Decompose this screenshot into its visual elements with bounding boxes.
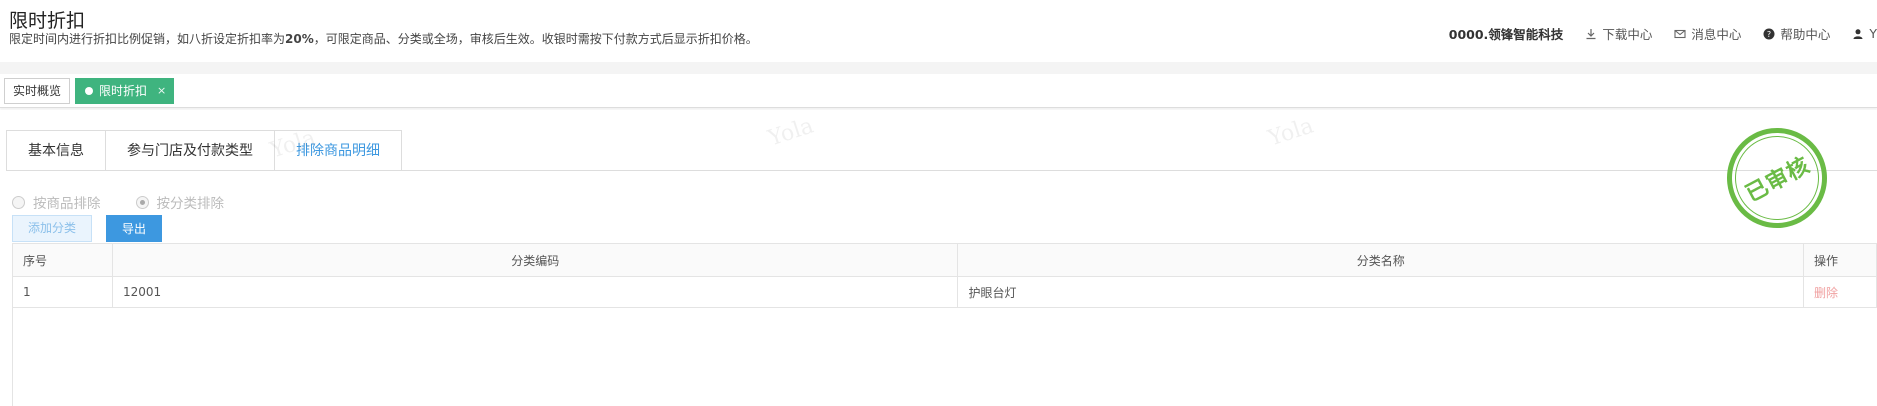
watermark: Yola (765, 113, 817, 152)
tab-basic-info[interactable]: 基本信息 (6, 130, 106, 171)
radio-by-product[interactable]: 按商品排除 (12, 192, 101, 212)
tab-flash-discount[interactable]: 限时折扣 × (75, 78, 174, 104)
detail-tabs: 基本信息 参与门店及付款类型 排除商品明细 (6, 130, 402, 171)
watermark: Yola (1265, 113, 1317, 152)
tab-stores-payment[interactable]: 参与门店及付款类型 (105, 130, 275, 171)
header-toolbar: 0000.领锋智能科技 下载中心 消息中心 ? 帮助中心 Y (1449, 24, 1877, 43)
cell-index: 1 (12, 276, 113, 308)
delete-link[interactable]: 删除 (1803, 276, 1877, 308)
column-header-action: 操作 (1803, 243, 1877, 277)
cell-code: 12001 (111, 276, 959, 308)
download-center-link[interactable]: 下载中心 (1585, 24, 1652, 43)
column-header-code: 分类编码 (111, 243, 959, 277)
radio-checked-icon (135, 195, 149, 209)
page-header: 限时折扣 限定时间内进行折扣比例促销，如八折设定折扣率为20%，可限定商品、分类… (0, 0, 1877, 62)
download-center-label: 下载中心 (1602, 27, 1653, 42)
page-description: 限定时间内进行折扣比例促销，如八折设定折扣率为20%，可限定商品、分类或全场，审… (9, 30, 758, 47)
header-divider (0, 62, 1877, 74)
table-row: 1 12001 护眼台灯 删除 (12, 276, 1877, 308)
tab-divider (6, 170, 1877, 171)
user-name: Y (1869, 26, 1877, 41)
excluded-category-table: 序号 分类编码 分类名称 操作 1 12001 护眼台灯 删除 (12, 243, 1877, 308)
mail-icon (1674, 29, 1686, 38)
download-icon (1586, 28, 1596, 39)
column-header-name: 分类名称 (957, 243, 1804, 277)
column-header-index: 序号 (12, 243, 113, 277)
main-content: 基本信息 参与门店及付款类型 排除商品明细 Yola Yola Yola 按商品… (0, 110, 1877, 406)
company-name: 0000.领锋智能科技 (1448, 27, 1564, 42)
tab-realtime-overview[interactable]: 实时概览 (4, 78, 71, 104)
table-left-border (12, 306, 13, 406)
radio-by-product-label: 按商品排除 (33, 196, 101, 212)
close-icon[interactable]: × (157, 78, 166, 104)
exclusion-mode-group: 按商品排除 按分类排除 (12, 192, 224, 212)
message-center-label: 消息中心 (1691, 27, 1742, 42)
description-prefix: 限定时间内进行折扣比例促销，如八折设定折扣率为 (9, 32, 286, 46)
radio-by-category[interactable]: 按分类排除 (135, 192, 225, 212)
message-center-link[interactable]: 消息中心 (1674, 24, 1741, 43)
user-menu[interactable]: Y (1852, 26, 1877, 41)
add-category-button[interactable]: 添加分类 (12, 215, 92, 242)
table-header-row: 序号 分类编码 分类名称 操作 (12, 243, 1877, 277)
tab-flash-discount-label: 限时折扣 (99, 84, 148, 98)
description-bold: 20% (285, 32, 314, 46)
page-title: 限时折扣 (9, 10, 86, 32)
radio-by-category-label: 按分类排除 (156, 196, 225, 212)
user-icon (1853, 28, 1863, 39)
export-button[interactable]: 导出 (106, 215, 162, 242)
page-tabs-bar: 实时概览 限时折扣 × (0, 74, 1877, 108)
description-suffix: ，可限定商品、分类或全场，审核后生效。收银时需按下付款方式后显示折扣价格。 (313, 32, 758, 46)
help-center-link[interactable]: ? 帮助中心 (1763, 24, 1830, 43)
cell-name: 护眼台灯 (957, 276, 1804, 308)
svg-text:?: ? (1767, 30, 1771, 39)
help-center-label: 帮助中心 (1780, 27, 1831, 42)
active-dot-icon (85, 87, 93, 95)
radio-circle-icon (12, 195, 25, 209)
help-icon: ? (1763, 28, 1775, 39)
